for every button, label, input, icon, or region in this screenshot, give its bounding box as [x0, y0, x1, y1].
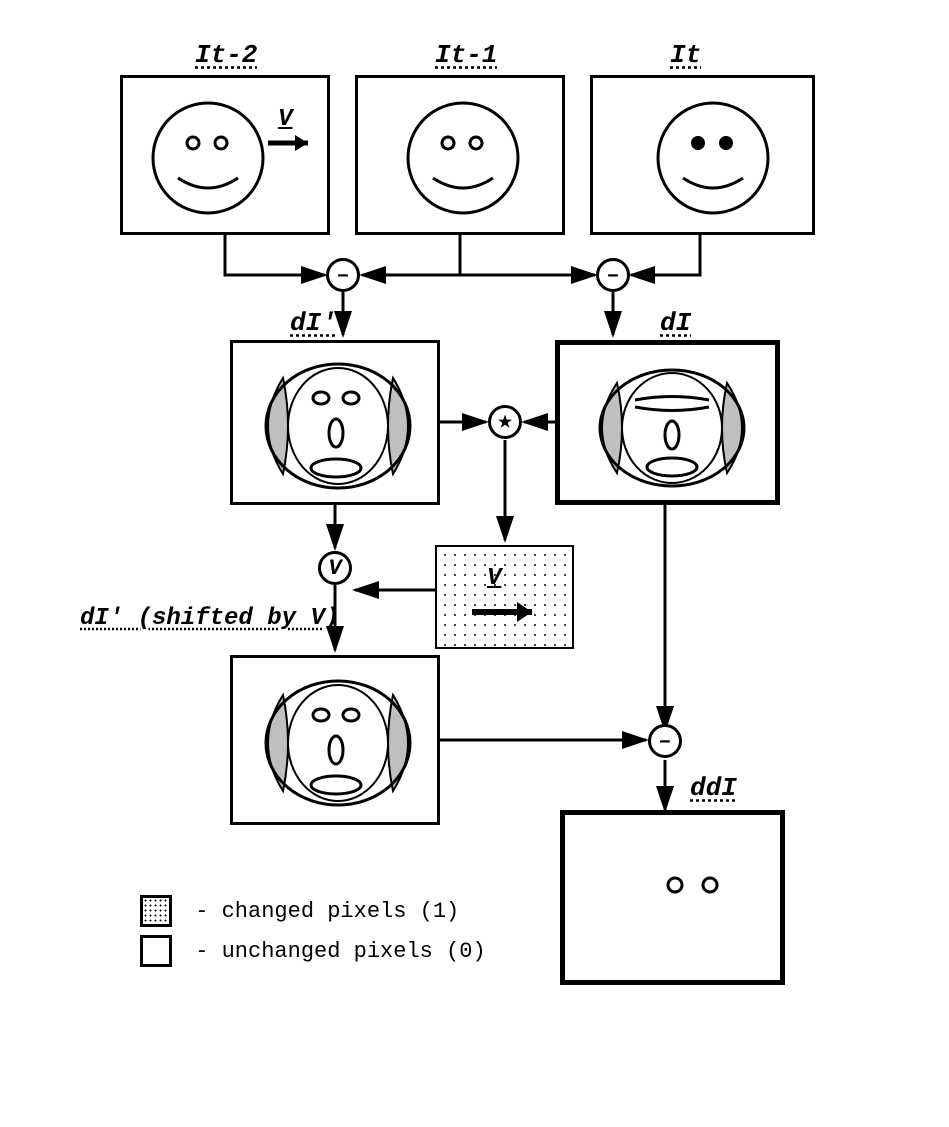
op-minus-left-sym: – [336, 263, 349, 288]
op-star: ★ [488, 405, 522, 439]
op-minus-right-sym: – [606, 263, 619, 288]
op-minus-right: – [596, 258, 630, 292]
op-v: V [318, 551, 352, 585]
diagram-container: It-2 It-1 It V [100, 40, 860, 1040]
shifted-to-minus [100, 40, 860, 840]
op-minus-left: – [326, 258, 360, 292]
legend-row-changed: - changed pixels (1) [140, 895, 459, 927]
op-v-sym: V [328, 556, 341, 581]
legend-text-changed: - changed pixels (1) [195, 899, 459, 924]
ddI-content [565, 815, 790, 990]
op-minus-bottom-sym: – [658, 729, 671, 754]
legend-swatch-changed [140, 895, 172, 927]
legend-row-unchanged: - unchanged pixels (0) [140, 935, 486, 967]
op-minus-bottom: – [648, 724, 682, 758]
legend-text-unchanged: - unchanged pixels (0) [195, 939, 485, 964]
op-star-sym: ★ [498, 412, 512, 432]
legend-swatch-unchanged [140, 935, 172, 967]
